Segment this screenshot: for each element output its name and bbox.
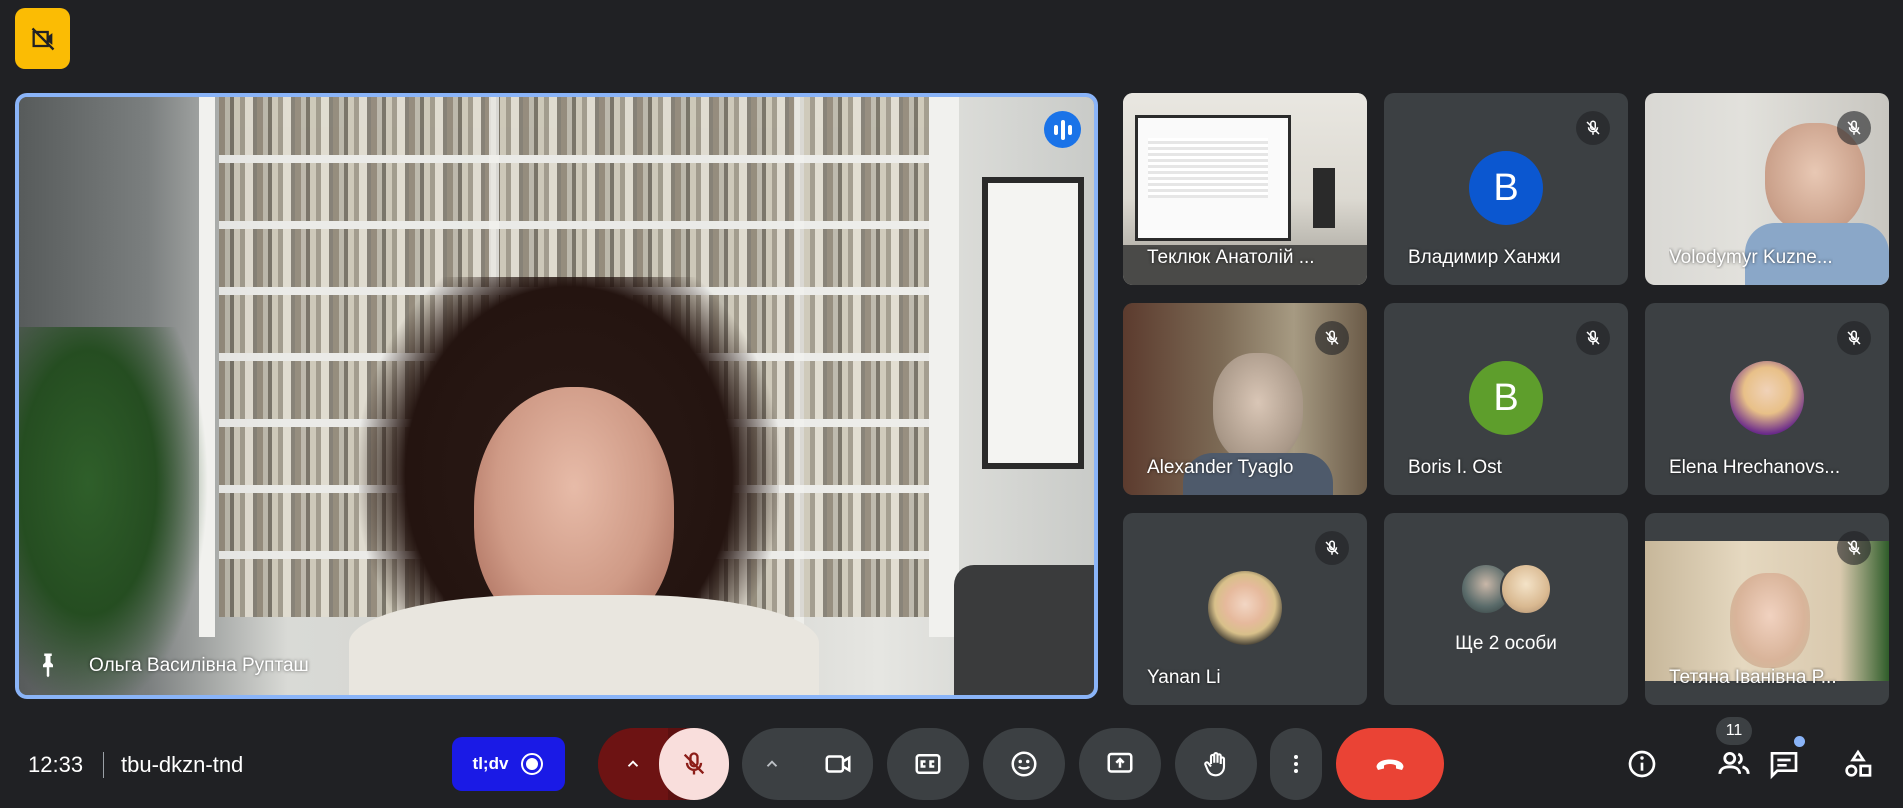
mic-off-icon <box>1315 531 1349 565</box>
meeting-code: tbu-dkzn-tnd <box>121 752 244 777</box>
tldv-record-button[interactable]: tl;dv <box>452 737 565 791</box>
participant-tile-4[interactable]: Alexander Tyaglo <box>1123 303 1367 495</box>
chevron-up-icon <box>766 760 778 767</box>
participant-tile-3[interactable]: Volodymyr Kuzne... <box>1645 93 1889 285</box>
mic-off-icon <box>1576 111 1610 145</box>
video-camera-icon <box>825 755 851 773</box>
emoji-icon <box>1011 751 1037 777</box>
mic-off-icon <box>1837 531 1871 565</box>
hand-icon <box>1204 752 1226 777</box>
participant-name: Владимир Ханжи <box>1408 247 1561 268</box>
activities-button[interactable] <box>1836 742 1880 786</box>
divider <box>103 752 104 778</box>
chat-notification-dot <box>1794 736 1805 747</box>
more-vert-icon <box>1294 755 1298 773</box>
participant-tile-7[interactable]: Yanan Li <box>1123 513 1367 705</box>
mic-options-button[interactable] <box>598 728 668 800</box>
people-count-badge: 11 <box>1716 717 1752 745</box>
activities-icon <box>1845 749 1872 777</box>
mic-off-icon <box>1837 321 1871 355</box>
clock: 12:33 <box>28 752 84 777</box>
mic-off-icon <box>1315 321 1349 355</box>
speaker-video <box>19 97 1094 695</box>
more-options-button[interactable] <box>1270 728 1322 800</box>
participant-name: Yanan Li <box>1147 667 1221 688</box>
chat-button[interactable] <box>1762 742 1806 786</box>
present-screen-icon <box>1107 752 1133 773</box>
avatar <box>1730 361 1804 435</box>
participant-name: Теклюк Анатолій ... <box>1147 247 1315 268</box>
main-speaker-name: Ольга Василівна Рупташ <box>89 655 309 676</box>
mic-toggle-button[interactable] <box>659 728 729 800</box>
mic-off-icon <box>1837 111 1871 145</box>
participant-name: Elena Hrechanovs... <box>1669 457 1841 478</box>
people-button[interactable] <box>1712 742 1756 786</box>
leave-call-button[interactable] <box>1336 728 1444 800</box>
participant-tile-8[interactable]: Ще 2 особи <box>1384 513 1628 705</box>
tldv-label: tl;dv <box>472 754 509 773</box>
camera-options-button[interactable] <box>742 728 802 800</box>
participant-tile-6[interactable]: Elena Hrechanovs... <box>1645 303 1889 495</box>
participant-tile-9[interactable]: Тетяна Іванівна Р... <box>1645 513 1889 705</box>
info-icon <box>1628 750 1656 778</box>
chat-icon <box>1770 752 1798 780</box>
participant-name: Boris I. Ost <box>1408 457 1502 478</box>
participant-name: Alexander Tyaglo <box>1147 457 1294 478</box>
captions-button[interactable] <box>887 728 969 800</box>
participant-name: Volodymyr Kuzne... <box>1669 247 1833 268</box>
present-screen-button[interactable] <box>1079 728 1161 800</box>
participant-tile-2[interactable]: B Владимир Ханжи <box>1384 93 1628 285</box>
avatar: B <box>1469 361 1543 435</box>
participant-name: Тетяна Іванівна Р... <box>1669 667 1837 688</box>
no-recording-badge[interactable] <box>15 8 70 69</box>
call-end-icon <box>1376 759 1404 770</box>
chevron-up-icon <box>627 760 639 767</box>
avatar: B <box>1469 151 1543 225</box>
meeting-info-button[interactable] <box>1620 742 1664 786</box>
record-icon <box>521 753 544 775</box>
participant-tile-1[interactable]: Теклюк Анатолій ... <box>1123 93 1367 285</box>
main-speaker-tile[interactable]: Ольга Василівна Рупташ <box>15 93 1098 699</box>
camera-toggle-button[interactable] <box>803 728 873 800</box>
captions-icon <box>915 754 941 774</box>
raise-hand-button[interactable] <box>1175 728 1257 800</box>
participant-tile-5[interactable]: B Boris I. Ost <box>1384 303 1628 495</box>
mic-off-icon <box>683 752 705 775</box>
pin-icon[interactable] <box>33 651 63 681</box>
speaking-indicator-icon <box>1044 111 1081 148</box>
no-recording-icon <box>31 27 54 50</box>
avatar <box>1208 571 1282 645</box>
mic-off-icon <box>1576 321 1610 355</box>
reactions-button[interactable] <box>983 728 1065 800</box>
avatar <box>1500 563 1552 615</box>
people-icon <box>1718 751 1750 775</box>
more-participants-label: Ще 2 особи <box>1455 633 1557 654</box>
